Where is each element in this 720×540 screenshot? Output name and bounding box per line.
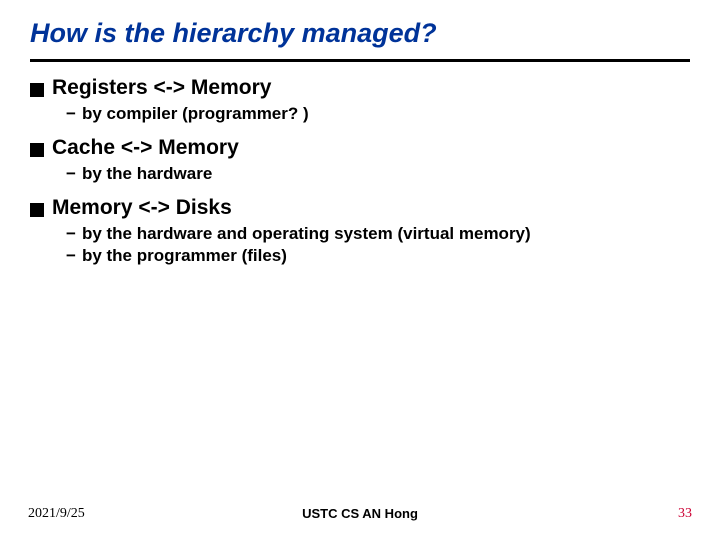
sub-bullet-text: by the hardware and operating system (vi… [82, 224, 531, 244]
bullet-item: Registers <-> Memory [30, 76, 690, 100]
footer-center-text: USTC CS AN Hong [302, 506, 418, 521]
bullet-text: Registers <-> Memory [52, 76, 271, 100]
bullet-text: Memory <-> Disks [52, 196, 232, 220]
bullet-text: Cache <-> Memory [52, 136, 239, 160]
square-bullet-icon [30, 143, 44, 157]
footer-page-number: 33 [678, 506, 692, 522]
title-divider [30, 59, 690, 62]
sub-bullet-item: − by the programmer (files) [66, 246, 690, 266]
dash-icon: − [66, 246, 76, 266]
sub-bullet-text: by the programmer (files) [82, 246, 287, 266]
slide-title: How is the hierarchy managed? [30, 18, 690, 49]
dash-icon: − [66, 224, 76, 244]
sub-bullet-group: − by the hardware and operating system (… [66, 224, 690, 266]
bullet-item: Cache <-> Memory [30, 136, 690, 160]
sub-bullet-group: − by the hardware [66, 164, 690, 184]
sub-bullet-text: by compiler (programmer? ) [82, 104, 309, 124]
slide-footer: 2021/9/25 USTC CS AN Hong 33 [0, 506, 720, 522]
sub-bullet-item: − by compiler (programmer? ) [66, 104, 690, 124]
footer-date: 2021/9/25 [28, 506, 85, 522]
dash-icon: − [66, 104, 76, 124]
bullet-item: Memory <-> Disks [30, 196, 690, 220]
dash-icon: − [66, 164, 76, 184]
square-bullet-icon [30, 203, 44, 217]
square-bullet-icon [30, 83, 44, 97]
sub-bullet-item: − by the hardware [66, 164, 690, 184]
sub-bullet-text: by the hardware [82, 164, 212, 184]
sub-bullet-item: − by the hardware and operating system (… [66, 224, 690, 244]
sub-bullet-group: − by compiler (programmer? ) [66, 104, 690, 124]
